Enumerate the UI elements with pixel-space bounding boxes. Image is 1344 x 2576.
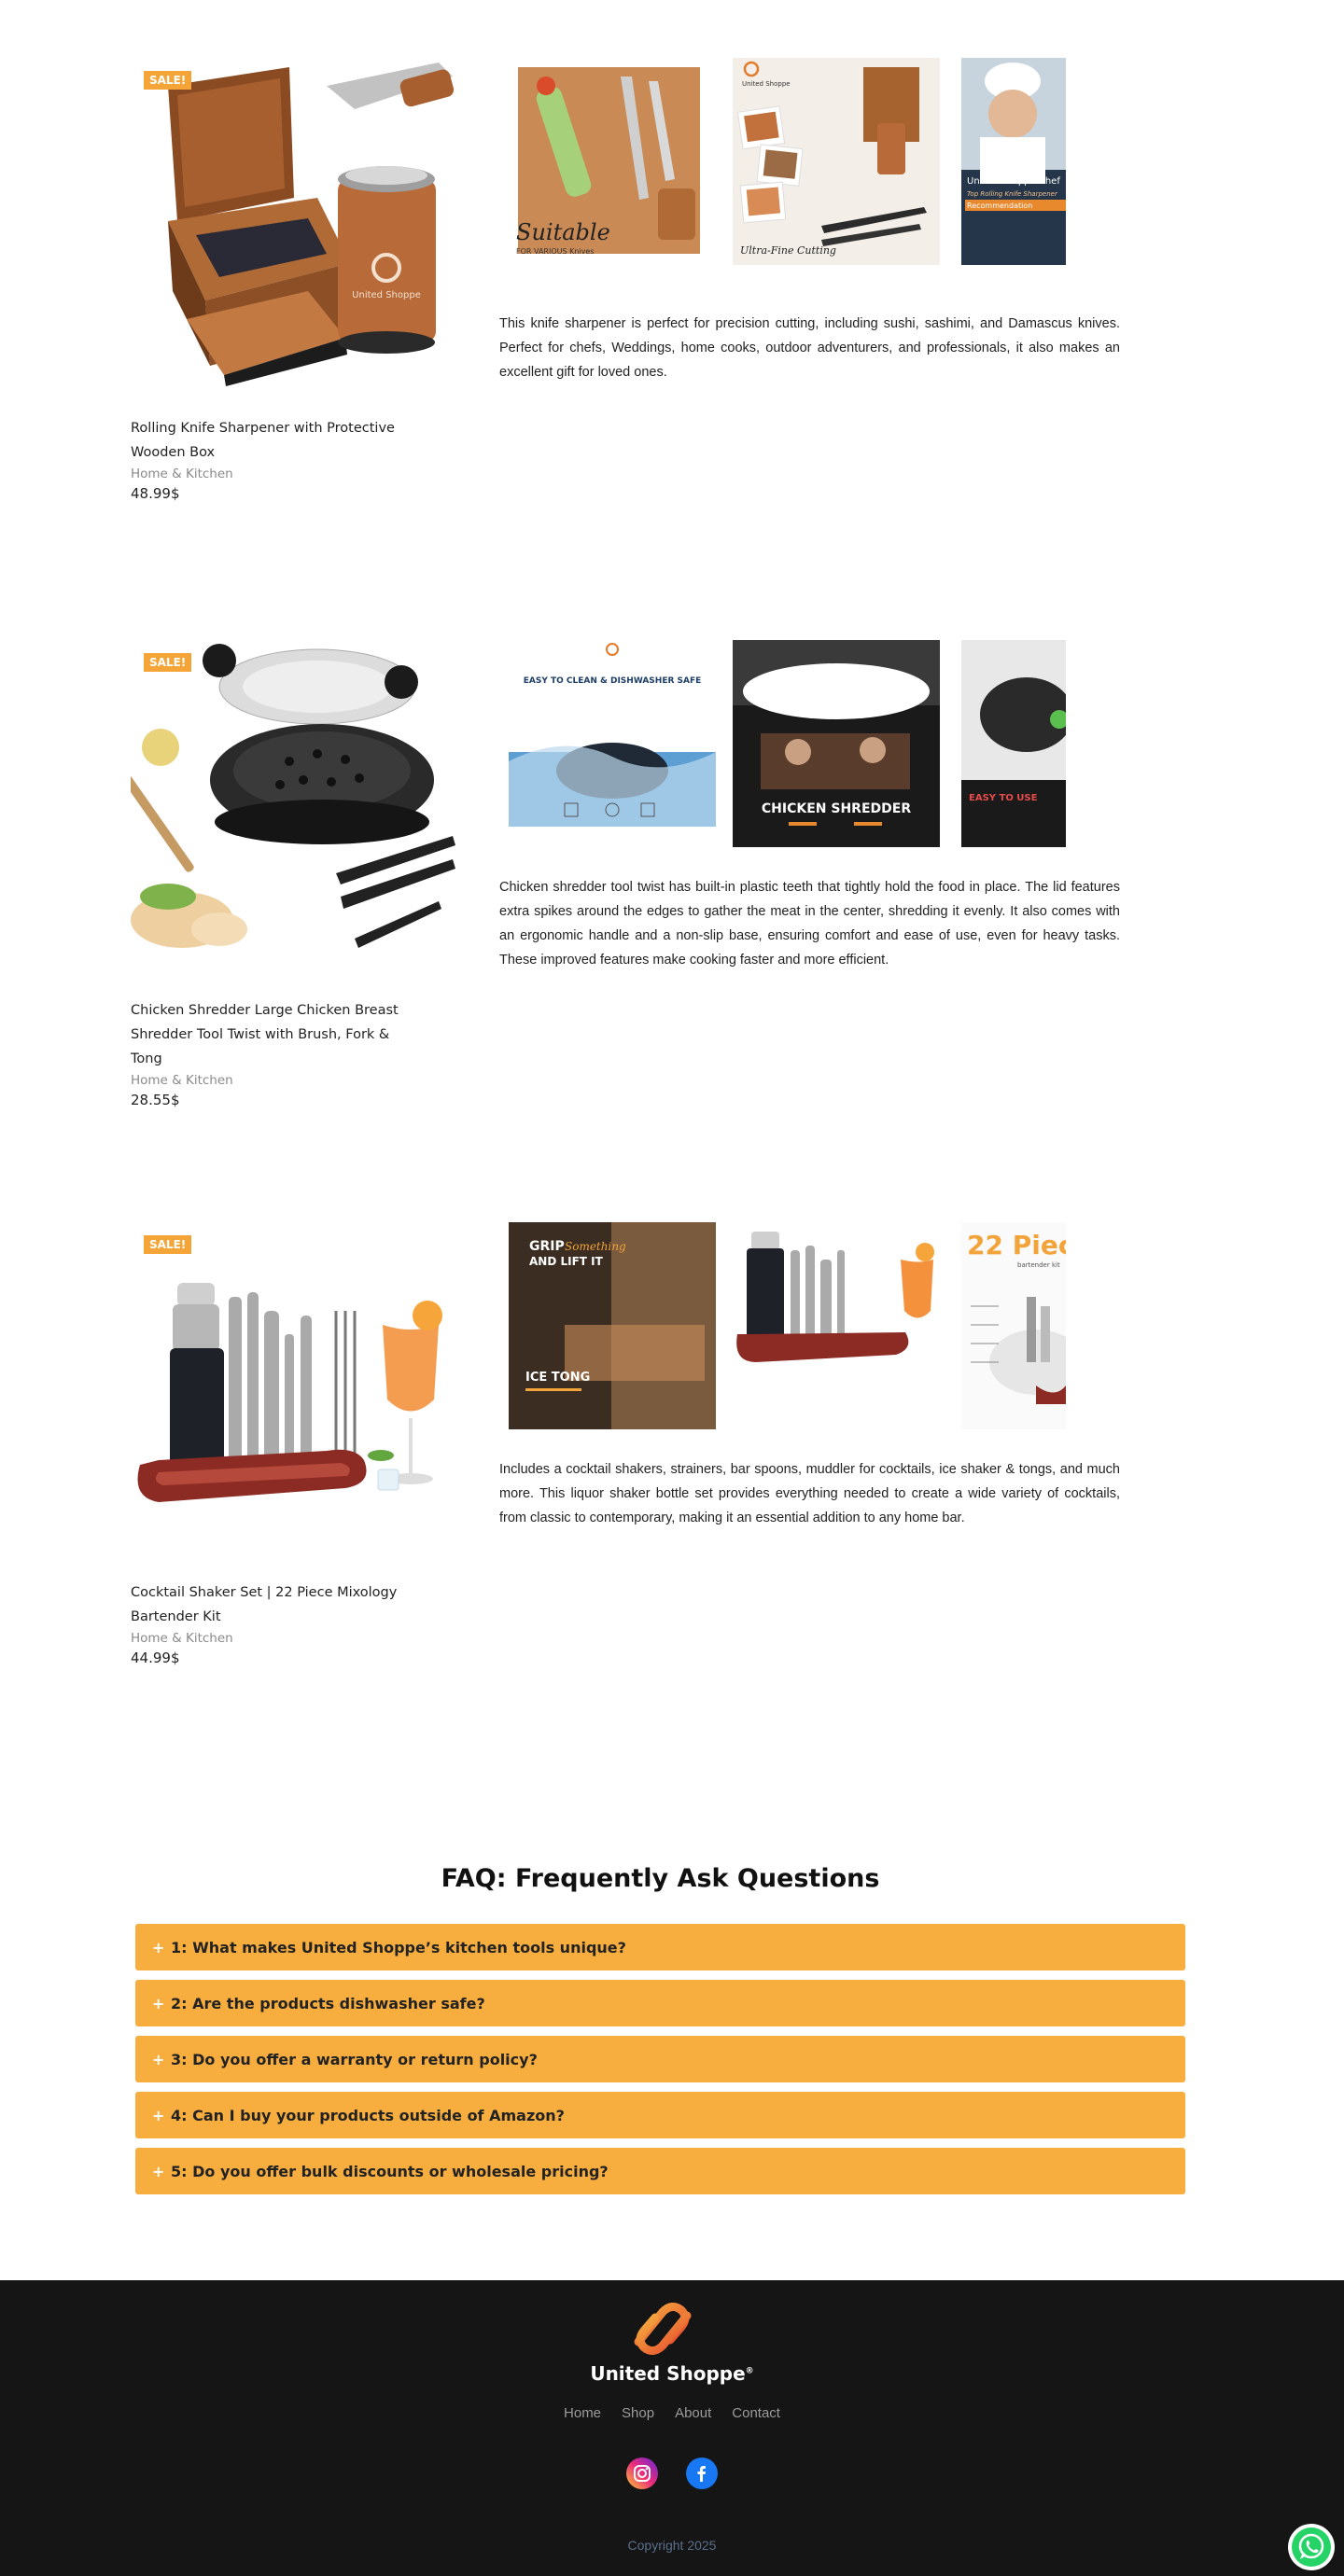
product-price: 44.99$ xyxy=(131,1650,180,1666)
svg-text:AND LIFT IT: AND LIFT IT xyxy=(529,1255,604,1268)
product-category[interactable]: Home & Kitchen xyxy=(131,1071,411,1090)
product-info: Cocktail Shaker Set | 22 Piece Mixology … xyxy=(131,1580,411,1668)
svg-text:FOR VARIOUS Knives: FOR VARIOUS Knives xyxy=(516,247,595,256)
faq-accordion: + 1: What makes United Shoppe’s kitchen … xyxy=(135,1924,1185,2204)
site-footer: United Shoppe® Home Shop About Contact C… xyxy=(0,2280,1344,2576)
product-main-image[interactable]: SALE! xyxy=(131,640,461,970)
svg-text:EASY TO USE: EASY TO USE xyxy=(969,793,1038,803)
sale-badge: SALE! xyxy=(144,653,192,672)
product-price: 28.55$ xyxy=(131,1092,180,1108)
product-gallery: Suitable FOR VARIOUS Knives United Shopp… xyxy=(509,58,1069,265)
faq-question: 2: Are the products dishwasher safe? xyxy=(171,1994,485,2012)
product-title-line[interactable]: Wooden Box xyxy=(131,440,411,465)
faq-item-1[interactable]: + 1: What makes United Shoppe’s kitchen … xyxy=(135,1924,1185,1970)
sale-badge: SALE! xyxy=(144,1235,192,1254)
facebook-icon[interactable] xyxy=(686,2458,718,2489)
footer-link-home[interactable]: Home xyxy=(564,2405,601,2421)
whatsapp-chat-button[interactable] xyxy=(1288,2524,1335,2570)
whatsapp-icon xyxy=(1292,2527,1331,2567)
plus-icon: + xyxy=(152,1938,165,1956)
svg-text:EASY TO CLEAN & DISHWASHER SAF: EASY TO CLEAN & DISHWASHER SAFE xyxy=(524,676,702,686)
svg-text:22 Piece: 22 Piece xyxy=(967,1230,1066,1260)
gallery-thumb-2[interactable] xyxy=(733,1222,940,1429)
gallery-thumb-3[interactable]: EASY TO USE xyxy=(961,640,1066,847)
svg-text:United Shoppe: United Shoppe xyxy=(352,290,421,300)
product-description: Chicken shredder tool twist has built-in… xyxy=(499,880,1120,968)
footer-link-about[interactable]: About xyxy=(675,2405,711,2421)
svg-text:GRIP: GRIP xyxy=(529,1239,565,1254)
svg-text:Something: Something xyxy=(565,1240,626,1253)
product-title-line[interactable]: Shredder Tool Twist with Brush, Fork & T… xyxy=(131,1023,411,1071)
knife-sharpener-image: United Shoppe xyxy=(168,63,455,386)
product-main-image[interactable]: SALE! United Shoppe xyxy=(131,58,461,388)
product-description: Includes a cocktail shakers, strainers, … xyxy=(499,1462,1120,1525)
footer-nav: Home Shop About Contact xyxy=(0,2405,1344,2421)
faq-item-2[interactable]: + 2: Are the products dishwasher safe? xyxy=(135,1980,1185,2026)
faq-title: FAQ: Frequently Ask Questions xyxy=(441,1864,880,1893)
footer-brand: United Shoppe® xyxy=(0,2362,1344,2385)
svg-text:Recommendation: Recommendation xyxy=(967,202,1032,210)
product-gallery: GRIP Something AND LIFT IT ICE TONG 22 P… xyxy=(509,1222,1069,1429)
united-shoppe-logo-icon[interactable] xyxy=(625,2299,700,2359)
product-info: Rolling Knife Sharpener with Protective … xyxy=(131,416,411,504)
gallery-thumb-3[interactable]: 22 Piece bartender kit xyxy=(961,1222,1066,1429)
gallery-thumb-1[interactable]: GRIP Something AND LIFT IT ICE TONG xyxy=(509,1222,716,1429)
plus-icon: + xyxy=(152,2106,165,2124)
social-links xyxy=(0,2458,1344,2489)
faq-item-3[interactable]: + 3: Do you offer a warranty or return p… xyxy=(135,2036,1185,2082)
copyright-text: Copyright 2025 xyxy=(627,2538,717,2553)
faq-question: 5: Do you offer bulk discounts or wholes… xyxy=(171,2162,609,2180)
product-title-line[interactable]: Cocktail Shaker Set | 22 Piece Mixology xyxy=(131,1580,411,1605)
gallery-thumb-1[interactable]: Suitable FOR VARIOUS Knives xyxy=(509,58,709,265)
svg-text:bartender kit: bartender kit xyxy=(1017,1261,1060,1269)
faq-question: 1: What makes United Shoppe’s kitchen to… xyxy=(171,1938,626,1956)
sale-badge: SALE! xyxy=(144,71,192,90)
product-category[interactable]: Home & Kitchen xyxy=(131,1629,411,1648)
svg-text:Ultra-Fine Cutting: Ultra-Fine Cutting xyxy=(740,244,836,257)
product-price: 48.99$ xyxy=(131,485,180,502)
footer-brand-name: United Shoppe xyxy=(590,2362,746,2385)
product-title-line[interactable]: Bartender Kit xyxy=(131,1605,411,1629)
svg-text:CHICKEN SHREDDER: CHICKEN SHREDDER xyxy=(762,801,911,816)
footer-link-shop[interactable]: Shop xyxy=(622,2405,654,2421)
footer-link-contact[interactable]: Contact xyxy=(732,2405,780,2421)
gallery-thumb-3[interactable]: United Shoppe Chef Top Rolling Knife Sha… xyxy=(961,58,1066,265)
plus-icon: + xyxy=(152,1994,165,2012)
registered-mark: ® xyxy=(745,2366,754,2376)
svg-text:United Shoppe: United Shoppe xyxy=(742,80,791,88)
product-description: This knife sharpener is perfect for prec… xyxy=(499,316,1120,380)
cocktail-shaker-image xyxy=(137,1283,442,1502)
product-category[interactable]: Home & Kitchen xyxy=(131,465,411,483)
plus-icon: + xyxy=(152,2050,165,2068)
faq-item-4[interactable]: + 4: Can I buy your products outside of … xyxy=(135,2092,1185,2138)
product-title[interactable]: Rolling Knife Sharpener with Protective … xyxy=(131,416,411,465)
gallery-thumb-2[interactable]: United Shoppe Ultra-Fine Cutting xyxy=(733,58,940,265)
product-gallery: EASY TO CLEAN & DISHWASHER SAFE CHICKEN … xyxy=(509,640,1069,847)
product-title[interactable]: Cocktail Shaker Set | 22 Piece Mixology … xyxy=(131,1580,411,1629)
gallery-thumb-1[interactable]: EASY TO CLEAN & DISHWASHER SAFE xyxy=(509,640,716,847)
faq-question: 3: Do you offer a warranty or return pol… xyxy=(171,2050,538,2068)
product-main-image[interactable]: SALE! xyxy=(131,1222,461,1553)
instagram-icon[interactable] xyxy=(626,2458,658,2489)
faq-item-5[interactable]: + 5: Do you offer bulk discounts or whol… xyxy=(135,2148,1185,2194)
svg-text:ICE TONG: ICE TONG xyxy=(525,1371,590,1385)
faq-question: 4: Can I buy your products outside of Am… xyxy=(171,2106,565,2124)
product-title-line[interactable]: Chicken Shredder Large Chicken Breast xyxy=(131,998,411,1023)
chicken-shredder-image xyxy=(131,644,455,948)
svg-text:United Shoppe Chef: United Shoppe Chef xyxy=(967,176,1060,187)
product-title[interactable]: Chicken Shredder Large Chicken Breast Sh… xyxy=(131,998,411,1071)
svg-text:Suitable: Suitable xyxy=(516,219,610,245)
gallery-thumb-2[interactable]: CHICKEN SHREDDER xyxy=(733,640,940,847)
product-title-line[interactable]: Rolling Knife Sharpener with Protective xyxy=(131,416,411,440)
plus-icon: + xyxy=(152,2162,165,2180)
product-info: Chicken Shredder Large Chicken Breast Sh… xyxy=(131,998,411,1110)
svg-text:Top Rolling Knife Sharpener: Top Rolling Knife Sharpener xyxy=(967,190,1058,198)
